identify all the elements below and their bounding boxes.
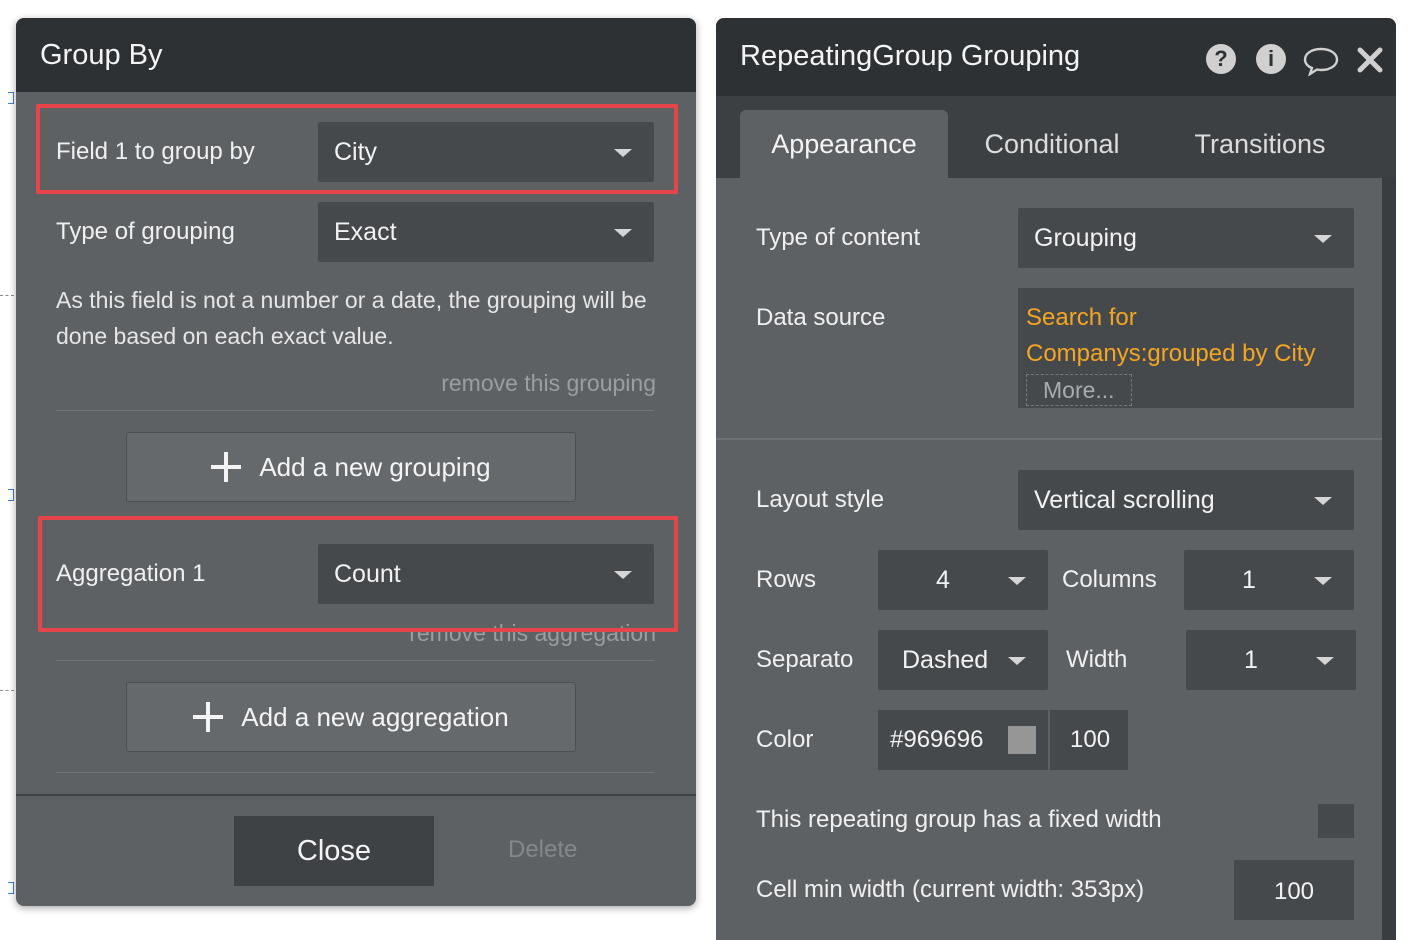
add-grouping-label: Add a new grouping [259, 451, 491, 482]
layout-style-value: Vertical scrolling [1034, 486, 1215, 514]
color-hex-input[interactable]: #969696 [878, 710, 1048, 770]
canvas-guide [0, 690, 14, 691]
type-of-content-dropdown[interactable]: Grouping [1018, 208, 1354, 268]
section-divider [716, 438, 1382, 440]
add-grouping-button[interactable]: Add a new grouping [126, 432, 576, 502]
tab-bar: Appearance Conditional Transitions [716, 96, 1396, 178]
help-icon[interactable]: ? [1206, 44, 1236, 74]
data-source-text: Search for Companys:grouped by City [1026, 300, 1315, 372]
dialog-header: Group By [16, 18, 696, 92]
chevron-down-icon [1316, 657, 1334, 665]
grouping-type-value: Exact [334, 218, 397, 246]
tab-conditional[interactable]: Conditional [968, 110, 1136, 178]
layout-style-dropdown[interactable]: Vertical scrolling [1018, 470, 1354, 530]
add-aggregation-button[interactable]: Add a new aggregation [126, 682, 576, 752]
plus-icon [211, 452, 242, 482]
layout-style-label: Layout style [756, 486, 885, 513]
scrollbar[interactable] [1382, 178, 1396, 940]
cell-min-width-input[interactable]: 100 [1234, 860, 1354, 920]
delete-button[interactable]: Delete [508, 836, 577, 864]
add-aggregation-label: Add a new aggregation [241, 701, 509, 732]
close-icon[interactable] [1356, 46, 1384, 79]
type-of-content-value: Grouping [1034, 224, 1137, 252]
editor-title: RepeatingGroup Grouping [740, 40, 1081, 72]
color-swatch[interactable] [1008, 726, 1036, 754]
rows-dropdown[interactable]: 4 [878, 550, 1048, 610]
highlight-box [38, 516, 678, 632]
separator-label: Separato [756, 646, 854, 673]
color-hex-value: #969696 [890, 726, 984, 753]
canvas-guide [8, 489, 14, 501]
highlight-box [36, 104, 678, 194]
color-label: Color [756, 726, 814, 753]
fixed-width-checkbox[interactable] [1318, 804, 1354, 838]
color-opacity-input[interactable]: 100 [1050, 710, 1128, 770]
chevron-down-icon [614, 229, 632, 237]
plus-icon [193, 702, 224, 732]
grouping-hint: As this field is not a number or a date,… [56, 287, 647, 349]
width-value: 1 [1244, 646, 1258, 674]
color-picker: #969696 100 [878, 710, 1128, 770]
grouping-type-label: Type of grouping [56, 218, 235, 245]
divider [56, 772, 654, 773]
columns-label: Columns [1062, 566, 1157, 593]
width-dropdown[interactable]: 1 [1186, 630, 1356, 690]
more-button[interactable]: More... [1026, 374, 1132, 406]
chevron-down-icon [1008, 657, 1026, 665]
rows-label: Rows [756, 566, 817, 593]
fixed-width-label: This repeating group has a fixed width [756, 806, 1162, 833]
grouping-type-dropdown[interactable]: Exact [318, 202, 654, 262]
remove-grouping-link[interactable]: remove this grouping [441, 370, 656, 397]
data-source-expression[interactable]: Search for Companys:grouped by City More… [1018, 288, 1354, 408]
columns-value: 1 [1242, 566, 1256, 594]
editor-header: RepeatingGroup Grouping ? i [716, 18, 1396, 96]
close-button[interactable]: Close [234, 816, 434, 886]
color-opacity-value: 100 [1070, 726, 1111, 753]
columns-dropdown[interactable]: 1 [1184, 550, 1354, 610]
dialog-title: Group By [40, 38, 163, 71]
data-source-line2: Companys:grouped by City [1026, 340, 1316, 367]
rows-value: 4 [936, 566, 950, 594]
cell-min-width-value: 100 [1273, 878, 1315, 905]
width-label: Width [1066, 646, 1128, 673]
comment-icon[interactable] [1302, 46, 1340, 81]
divider [56, 410, 654, 411]
footer-divider [16, 794, 696, 796]
separator-dropdown[interactable]: Dashed [878, 630, 1048, 690]
chevron-down-icon [1314, 235, 1332, 243]
tab-appearance[interactable]: Appearance [740, 110, 948, 178]
chevron-down-icon [1314, 497, 1332, 505]
separator-value: Dashed [902, 646, 989, 674]
divider [56, 660, 654, 661]
group-by-dialog: Group By Field 1 to group by City Type o… [16, 18, 696, 906]
chevron-down-icon [1314, 577, 1332, 585]
canvas-guide [8, 882, 14, 894]
info-icon[interactable]: i [1256, 44, 1286, 74]
canvas-guide [8, 92, 14, 104]
data-source-label: Data source [756, 304, 886, 331]
data-source-line1: Search for [1026, 304, 1137, 331]
cell-min-width-label: Cell min width (current width: 353px) [756, 876, 1145, 903]
repeating-group-property-editor: RepeatingGroup Grouping ? i Appearance C… [716, 18, 1396, 940]
canvas-guide [0, 295, 14, 296]
tab-transitions[interactable]: Transitions [1176, 110, 1344, 178]
type-of-content-label: Type of content [756, 224, 921, 251]
chevron-down-icon [1008, 577, 1026, 585]
